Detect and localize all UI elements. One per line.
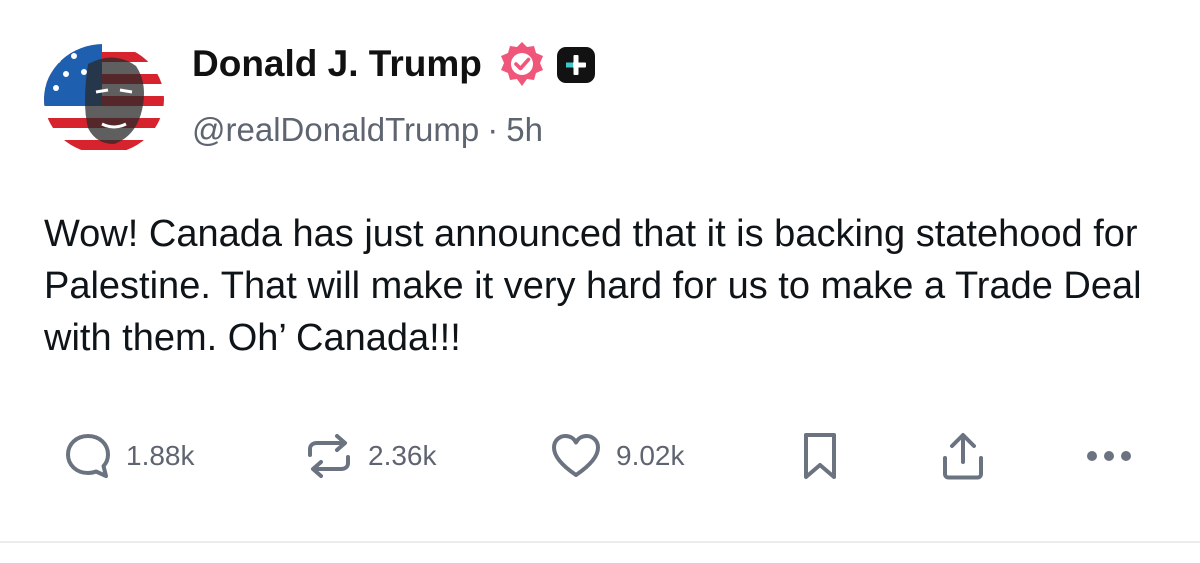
share-button[interactable] [938, 426, 988, 486]
author-handle[interactable]: @realDonaldTrump [192, 111, 479, 148]
post-divider [0, 541, 1200, 543]
author-meta: @realDonaldTrump · 5h [192, 108, 543, 152]
author-avatar[interactable] [44, 44, 164, 154]
comment-icon [66, 434, 110, 478]
post-timestamp[interactable]: 5h [506, 111, 543, 148]
bookmark-icon [804, 433, 836, 479]
reply-count: 1.88k [126, 440, 195, 471]
post-card: Donald J. Trump @realDonaldTrump · 5h Wow!… [0, 0, 1200, 543]
repost-count: 2.36k [368, 440, 437, 471]
plus-badge-icon [557, 47, 595, 83]
like-button[interactable]: 9.02k [548, 426, 685, 486]
repost-button[interactable]: 2.36k [302, 426, 437, 486]
action-bar: 1.88k 2.36k 9.02k [0, 426, 1200, 486]
post-text: Wow! Canada has just announced that it i… [44, 213, 1142, 359]
bookmark-button[interactable] [798, 426, 842, 486]
more-icon [1087, 451, 1131, 461]
reply-button[interactable]: 1.88k [62, 426, 195, 486]
more-button[interactable] [1082, 426, 1138, 486]
author-name[interactable]: Donald J. Trump [192, 40, 482, 88]
repost-icon [308, 434, 350, 478]
verified-badge-icon [501, 42, 543, 86]
avatar-image [44, 44, 164, 154]
like-count: 9.02k [616, 440, 685, 471]
meta-separator: · [487, 111, 499, 148]
share-icon [943, 433, 983, 480]
heart-icon [552, 434, 600, 477]
